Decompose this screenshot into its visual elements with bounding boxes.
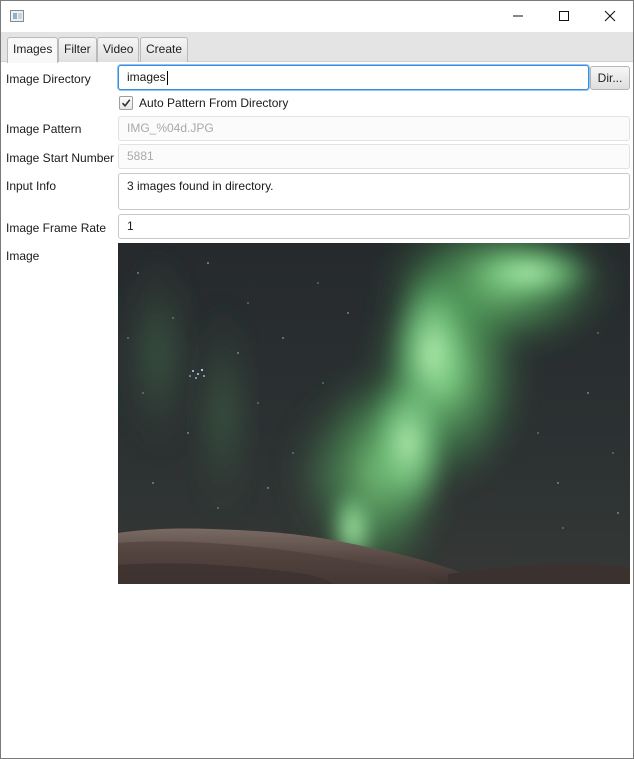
- image-directory-input[interactable]: images: [118, 65, 589, 90]
- app-icon: [10, 10, 24, 22]
- image-frame-rate-input[interactable]: 1: [118, 214, 630, 239]
- image-label: Image: [6, 249, 40, 263]
- input-info-label: Input Info: [6, 179, 57, 193]
- tab-images[interactable]: Images: [7, 37, 59, 63]
- image-preview: [118, 243, 630, 584]
- minimize-icon: [513, 15, 523, 17]
- auto-pattern-row[interactable]: Auto Pattern From Directory: [119, 95, 288, 111]
- image-frame-rate-label: Image Frame Rate: [6, 221, 107, 235]
- tab-bar: Images Filter Video Create: [1, 32, 633, 63]
- tab-create[interactable]: Create: [140, 37, 189, 62]
- close-icon: [604, 10, 616, 22]
- minimize-button[interactable]: [495, 1, 541, 31]
- tab-label: Filter: [64, 42, 91, 56]
- maximize-icon: [559, 11, 569, 21]
- image-start-number-label: Image Start Number: [6, 151, 115, 165]
- directory-browse-button[interactable]: Dir...: [590, 66, 630, 90]
- close-button[interactable]: [587, 1, 633, 31]
- app-window: Images Filter Video Create Image Directo…: [0, 0, 634, 759]
- image-pattern-input[interactable]: IMG_%04d.JPG: [118, 116, 630, 141]
- image-pattern-label: Image Pattern: [6, 122, 82, 136]
- aurora-photo: [118, 243, 630, 584]
- image-directory-label: Image Directory: [6, 72, 91, 86]
- auto-pattern-label: Auto Pattern From Directory: [139, 96, 289, 110]
- title-bar: [1, 1, 633, 32]
- tab-video[interactable]: Video: [97, 37, 140, 62]
- tab-label: Create: [146, 42, 183, 56]
- image-directory-value: images: [127, 70, 166, 84]
- input-info-textarea[interactable]: 3 images found in directory.: [118, 173, 630, 210]
- image-start-number-input[interactable]: 5881: [118, 144, 630, 169]
- maximize-button[interactable]: [541, 1, 587, 31]
- tab-label: Images: [13, 42, 53, 56]
- tab-filter[interactable]: Filter: [58, 37, 97, 62]
- checkmark-icon: [121, 99, 131, 108]
- tab-label: Video: [103, 42, 134, 56]
- text-caret: [166, 70, 168, 85]
- auto-pattern-checkbox[interactable]: [119, 96, 133, 110]
